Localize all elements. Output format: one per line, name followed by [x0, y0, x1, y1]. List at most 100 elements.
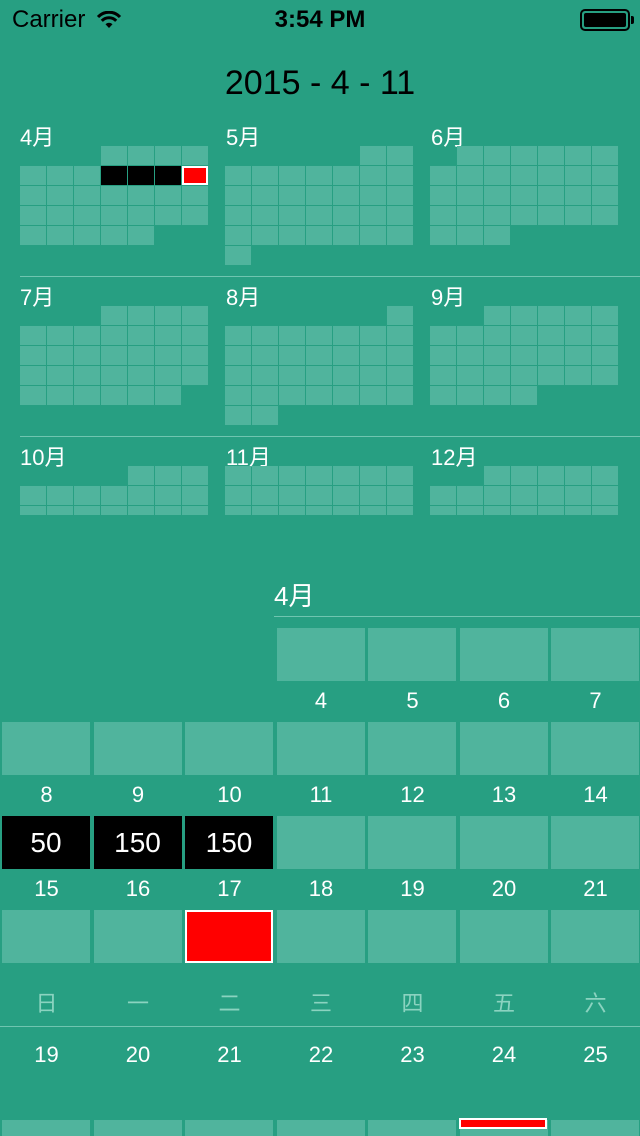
mini-day-cell[interactable] [511, 486, 537, 505]
year-overview[interactable]: 4月 5月 6月 7月 8月 9月 10月 11月 12月 [0, 110, 640, 520]
day-cell[interactable] [276, 722, 365, 775]
day-cell[interactable] [459, 910, 548, 963]
mini-day-cell[interactable] [155, 486, 181, 505]
day-cell[interactable] [368, 816, 456, 869]
mini-day-cell[interactable] [360, 226, 386, 245]
mini-day-cell[interactable] [387, 146, 413, 165]
mini-day-cell[interactable] [47, 346, 73, 365]
mini-day-cell[interactable] [155, 206, 181, 225]
mini-day-cell[interactable] [333, 486, 359, 505]
mini-day-cell[interactable] [457, 326, 483, 345]
mini-day-cell[interactable] [252, 506, 278, 515]
mini-day-cell[interactable] [387, 466, 413, 485]
mini-day-cell[interactable] [74, 346, 100, 365]
mini-day-cell[interactable] [511, 506, 537, 515]
mini-day-cell[interactable] [484, 366, 510, 385]
mini-day-cell[interactable] [457, 366, 483, 385]
mini-day-cell[interactable] [182, 206, 208, 225]
mini-day-cell[interactable] [430, 366, 456, 385]
mini-day-cell[interactable] [333, 366, 359, 385]
mini-day-cell[interactable] [538, 206, 564, 225]
mini-day-cell[interactable] [484, 206, 510, 225]
day-cell[interactable] [551, 628, 639, 681]
mini-day-cell[interactable] [155, 386, 181, 405]
mini-day-cell[interactable] [225, 246, 251, 265]
mini-day-cell[interactable] [484, 506, 510, 515]
mini-day-cell[interactable] [592, 486, 618, 505]
mini-day-cell[interactable] [484, 146, 510, 165]
mini-day-cell[interactable] [387, 186, 413, 205]
mini-day-cell[interactable] [182, 166, 208, 185]
mini-day-cell[interactable] [430, 166, 456, 185]
mini-day-cell[interactable] [128, 506, 154, 515]
mini-day-cell[interactable] [387, 166, 413, 185]
mini-day-cell[interactable] [74, 226, 100, 245]
mini-day-cell[interactable] [306, 326, 332, 345]
mini-day-cell[interactable] [387, 206, 413, 225]
mini-day-cell[interactable] [538, 306, 564, 325]
mini-day-cell[interactable] [333, 346, 359, 365]
day-cell[interactable] [276, 910, 365, 963]
mini-day-cell[interactable] [484, 386, 510, 405]
mini-day-cell[interactable] [306, 186, 332, 205]
mini-day-cell[interactable] [182, 506, 208, 515]
mini-day-cell[interactable] [306, 366, 332, 385]
mini-day-cell[interactable] [430, 346, 456, 365]
mini-day-cell[interactable] [20, 386, 46, 405]
mini-day-cell[interactable] [47, 386, 73, 405]
mini-day-cell[interactable] [360, 166, 386, 185]
mini-day-cell[interactable] [592, 346, 618, 365]
mini-day-cell[interactable] [538, 166, 564, 185]
mini-day-cell[interactable] [484, 466, 510, 485]
mini-day-cell[interactable] [306, 206, 332, 225]
mini-day-cell[interactable] [225, 206, 251, 225]
mini-day-cell[interactable] [128, 386, 154, 405]
mini-day-cell[interactable] [182, 366, 208, 385]
mini-day-cell[interactable] [47, 206, 73, 225]
mini-day-cell[interactable] [252, 466, 278, 485]
mini-day-cell[interactable] [128, 166, 154, 185]
day-cell[interactable] [551, 910, 639, 963]
mini-day-cell[interactable] [155, 186, 181, 205]
mini-day-cell[interactable] [484, 486, 510, 505]
mini-day-cell[interactable] [306, 506, 332, 515]
mini-day-cell[interactable] [279, 166, 305, 185]
mini-day-cell[interactable] [101, 486, 127, 505]
mini-day-cell[interactable] [20, 166, 46, 185]
mini-day-cell[interactable] [387, 346, 413, 365]
mini-day-cell[interactable] [20, 326, 46, 345]
mini-day-cell[interactable] [182, 466, 208, 485]
mini-day-cell[interactable] [565, 346, 591, 365]
mini-day-cell[interactable] [128, 346, 154, 365]
mini-day-cell[interactable] [47, 366, 73, 385]
mini-day-cell[interactable] [511, 206, 537, 225]
mini-day-cell[interactable] [74, 506, 100, 515]
mini-day-cell[interactable] [360, 366, 386, 385]
mini-day-cell[interactable] [360, 206, 386, 225]
mini-day-cell[interactable] [306, 226, 332, 245]
day-cell[interactable] [368, 722, 456, 775]
mini-day-cell[interactable] [565, 186, 591, 205]
mini-day-cell[interactable] [279, 506, 305, 515]
mini-day-cell[interactable] [592, 366, 618, 385]
mini-day-cell[interactable] [47, 486, 73, 505]
mini-day-cell[interactable] [20, 506, 46, 515]
mini-day-cell[interactable] [430, 506, 456, 515]
selected-day-cell[interactable] [185, 910, 273, 963]
mini-day-cell[interactable] [333, 186, 359, 205]
mini-day-cell[interactable] [20, 366, 46, 385]
mini-day-cell[interactable] [360, 146, 386, 165]
mini-day-cell[interactable] [306, 486, 332, 505]
week-number[interactable]: 19 [1, 1042, 92, 1068]
mini-day-cell[interactable] [484, 346, 510, 365]
day-value-cell[interactable]: 150 [93, 816, 182, 869]
mini-day-cell[interactable] [128, 326, 154, 345]
mini-day-cell[interactable] [279, 386, 305, 405]
mini-day-cell[interactable] [225, 166, 251, 185]
day-cell[interactable] [368, 628, 456, 681]
mini-day-cell[interactable] [252, 406, 278, 425]
mini-day-cell[interactable] [333, 386, 359, 405]
mini-day-cell[interactable] [128, 466, 154, 485]
mini-day-cell[interactable] [306, 166, 332, 185]
mini-day-cell[interactable] [252, 166, 278, 185]
